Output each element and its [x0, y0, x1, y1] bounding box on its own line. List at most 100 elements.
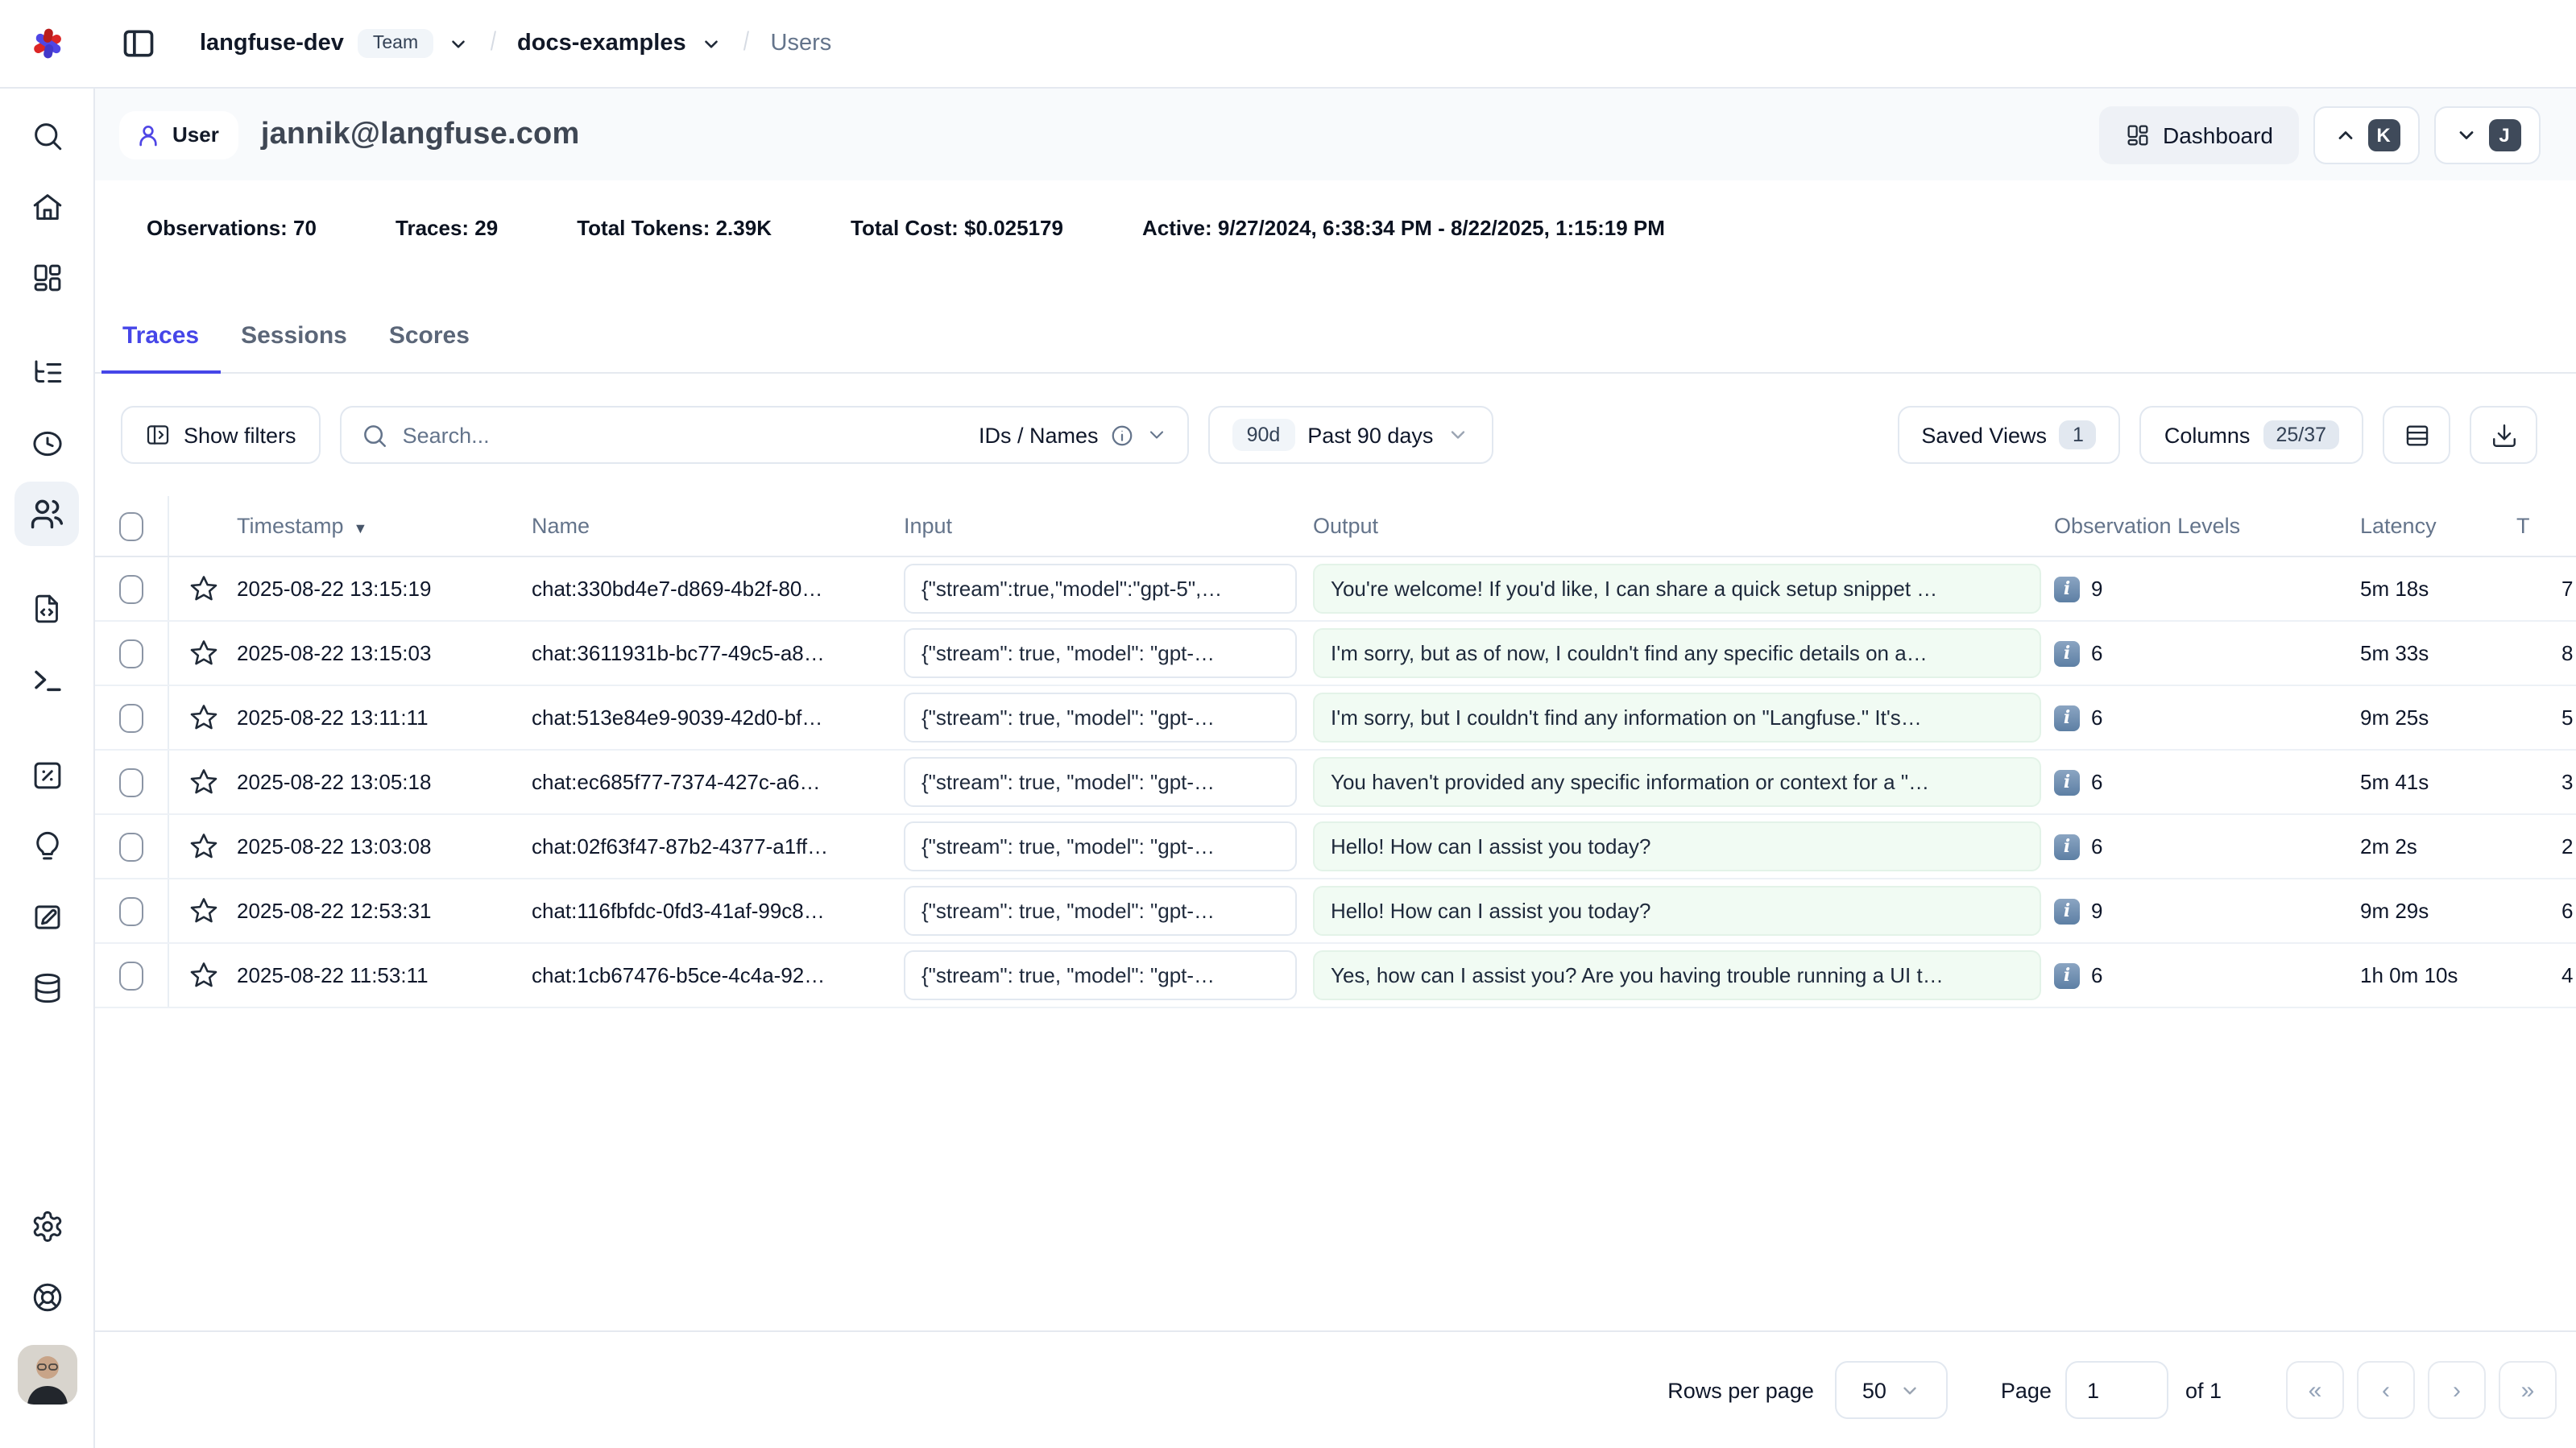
- shortcut-key-j: J: [2488, 118, 2520, 151]
- breadcrumb-page: Users: [771, 31, 832, 56]
- row-checkbox[interactable]: [119, 703, 143, 732]
- saved-views-button[interactable]: Saved Views 1: [1897, 406, 2121, 464]
- table-row[interactable]: 2025-08-22 13:15:19 chat:330bd4e7-d869-4…: [95, 557, 2576, 622]
- columns-button[interactable]: Columns 25/37: [2140, 406, 2363, 464]
- chevron-down-icon: [1899, 1380, 1920, 1400]
- table-row[interactable]: 2025-08-22 13:15:03 chat:3611931b-bc77-4…: [95, 622, 2576, 686]
- chevron-down-icon[interactable]: [447, 33, 468, 54]
- langfuse-logo-icon[interactable]: [27, 23, 68, 64]
- stat-active-range: Active: 9/27/2024, 6:38:34 PM - 8/22/202…: [1142, 215, 1665, 239]
- stat-total-cost: Total Cost: $0.025179: [851, 215, 1063, 239]
- table-row[interactable]: 2025-08-22 13:05:18 chat:ec685f77-7374-4…: [95, 751, 2576, 815]
- row-height-button[interactable]: [2383, 406, 2450, 464]
- column-header-observation-levels[interactable]: Observation Levels: [2054, 514, 2360, 538]
- sidebar-item-settings[interactable]: [14, 1194, 79, 1258]
- bookmark-star-icon[interactable]: [169, 767, 237, 797]
- trace-output-preview[interactable]: You haven't provided any specific inform…: [1313, 757, 2041, 807]
- sidebar-item-annotation[interactable]: [14, 884, 79, 949]
- user-avatar[interactable]: [17, 1345, 77, 1405]
- sidebar-item-evaluation[interactable]: [14, 743, 79, 807]
- observation-count: 6: [2091, 834, 2102, 858]
- trace-output-preview[interactable]: Yes, how can I assist you? Are you havin…: [1313, 950, 2041, 1000]
- breadcrumb-project[interactable]: docs-examples: [517, 31, 686, 56]
- trace-input-preview[interactable]: {"stream": true, "model": "gpt-…: [904, 886, 1297, 936]
- trace-input-preview[interactable]: {"stream": true, "model": "gpt-…: [904, 628, 1297, 678]
- export-button[interactable]: [2470, 406, 2537, 464]
- chevron-down-icon: [2454, 123, 2477, 146]
- sidebar-item-sessions[interactable]: [14, 411, 79, 475]
- sidebar-item-prompts[interactable]: [14, 577, 79, 641]
- search-scope-dropdown[interactable]: IDs / Names: [979, 423, 1168, 447]
- row-checkbox[interactable]: [119, 896, 143, 925]
- show-filters-button[interactable]: Show filters: [121, 406, 321, 464]
- first-page-button[interactable]: «: [2286, 1361, 2344, 1419]
- column-header-truncated[interactable]: T: [2516, 514, 2576, 538]
- sidebar-item-home[interactable]: [14, 174, 79, 238]
- last-page-button[interactable]: »: [2499, 1361, 2557, 1419]
- bookmark-star-icon[interactable]: [169, 896, 237, 926]
- tab-sessions[interactable]: Sessions: [220, 322, 368, 374]
- sidebar-item-search[interactable]: [14, 103, 79, 168]
- trace-latency: 9m 29s: [2360, 899, 2516, 923]
- next-user-button[interactable]: J: [2434, 105, 2541, 163]
- page-number-input[interactable]: [2066, 1361, 2169, 1419]
- table-row[interactable]: 2025-08-22 11:53:11 chat:1cb67476-b5ce-4…: [95, 944, 2576, 1008]
- column-header-input[interactable]: Input: [904, 514, 1313, 538]
- trace-input-preview[interactable]: {"stream": true, "model": "gpt-…: [904, 693, 1297, 743]
- trace-output-preview[interactable]: You're welcome! If you'd like, I can sha…: [1313, 564, 2041, 614]
- table-row[interactable]: 2025-08-22 13:03:08 chat:02f63f47-87b2-4…: [95, 815, 2576, 879]
- trace-latency: 5m 18s: [2360, 577, 2516, 601]
- trace-timestamp: 2025-08-22 11:53:11: [237, 963, 532, 987]
- trace-input-preview[interactable]: {"stream": true, "model": "gpt-…: [904, 950, 1297, 1000]
- column-header-latency[interactable]: Latency: [2360, 514, 2516, 538]
- sidebar-toggle-icon[interactable]: [121, 26, 156, 61]
- sidebar-item-experiments[interactable]: [14, 813, 79, 878]
- bookmark-star-icon[interactable]: [169, 702, 237, 733]
- next-page-button[interactable]: ›: [2428, 1361, 2486, 1419]
- date-range-button[interactable]: 90d Past 90 days: [1208, 406, 1493, 464]
- column-header-timestamp[interactable]: Timestamp▼: [237, 514, 532, 538]
- trace-latency: 5m 33s: [2360, 641, 2516, 665]
- bookmark-star-icon[interactable]: [169, 638, 237, 668]
- rows-per-page-select[interactable]: 50: [1835, 1361, 1948, 1419]
- bookmark-star-icon[interactable]: [169, 960, 237, 991]
- dashboard-button[interactable]: Dashboard: [2098, 105, 2299, 163]
- truncated-cell: 3: [2516, 770, 2576, 794]
- bookmark-star-icon[interactable]: [169, 573, 237, 604]
- table-row[interactable]: 2025-08-22 13:11:11 chat:513e84e9-9039-4…: [95, 686, 2576, 751]
- trace-output-preview[interactable]: Hello! How can I assist you today?: [1313, 886, 2041, 936]
- sidebar-item-tracing[interactable]: [14, 340, 79, 404]
- trace-input-preview[interactable]: {"stream":true,"model":"gpt-5",…: [904, 564, 1297, 614]
- search-input[interactable]: [403, 423, 964, 447]
- trace-input-preview[interactable]: {"stream": true, "model": "gpt-…: [904, 821, 1297, 871]
- sidebar-item-datasets[interactable]: [14, 955, 79, 1020]
- row-checkbox[interactable]: [119, 574, 143, 603]
- sidebar-item-support[interactable]: [14, 1264, 79, 1329]
- table-row[interactable]: 2025-08-22 12:53:31 chat:116fbfdc-0fd3-4…: [95, 879, 2576, 944]
- bookmark-star-icon[interactable]: [169, 831, 237, 862]
- trace-output-preview[interactable]: I'm sorry, but as of now, I couldn't fin…: [1313, 628, 2041, 678]
- sidebar-item-users[interactable]: [14, 482, 79, 546]
- previous-user-button[interactable]: K: [2313, 105, 2420, 163]
- column-header-name[interactable]: Name: [532, 514, 904, 538]
- rows-per-page-value: 50: [1862, 1378, 1886, 1402]
- row-checkbox[interactable]: [119, 832, 143, 861]
- row-checkbox[interactable]: [119, 767, 143, 796]
- sidebar-item-playground[interactable]: [14, 647, 79, 712]
- search-scope-label: IDs / Names: [979, 423, 1099, 447]
- breadcrumb-org[interactable]: langfuse-dev: [200, 31, 344, 56]
- row-checkbox[interactable]: [119, 961, 143, 990]
- column-header-output[interactable]: Output: [1313, 514, 2054, 538]
- sidebar-item-dashboards[interactable]: [14, 245, 79, 309]
- select-all-checkbox[interactable]: [119, 511, 143, 540]
- tab-scores[interactable]: Scores: [368, 322, 491, 374]
- trace-output-preview[interactable]: Hello! How can I assist you today?: [1313, 821, 2041, 871]
- trace-input-preview[interactable]: {"stream": true, "model": "gpt-…: [904, 757, 1297, 807]
- truncated-cell: 6: [2516, 899, 2576, 923]
- row-checkbox[interactable]: [119, 639, 143, 668]
- top-bar: langfuse-dev Team / docs-examples / User…: [0, 0, 2576, 89]
- trace-output-preview[interactable]: I'm sorry, but I couldn't find any infor…: [1313, 693, 2041, 743]
- tab-traces[interactable]: Traces: [101, 322, 220, 374]
- previous-page-button[interactable]: ‹: [2357, 1361, 2415, 1419]
- chevron-down-icon[interactable]: [701, 33, 722, 54]
